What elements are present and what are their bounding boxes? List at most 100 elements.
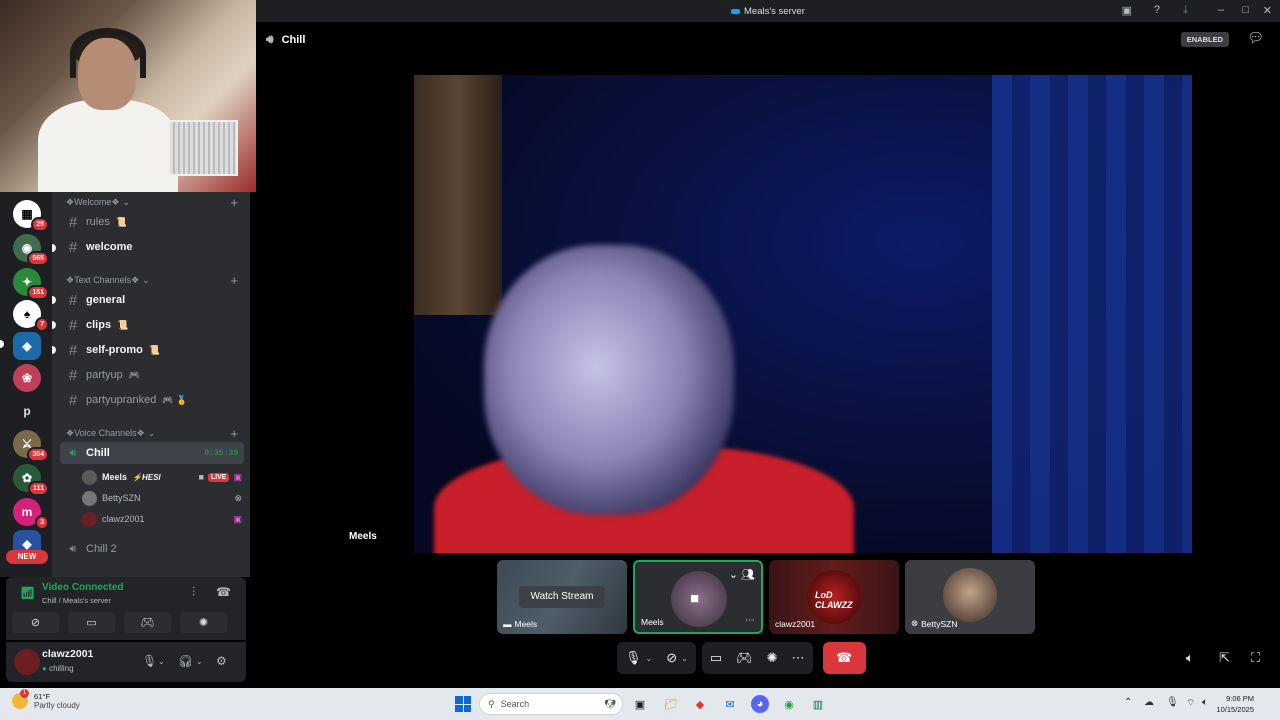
help-icon[interactable]: ? — [1154, 4, 1160, 16]
unread-indicator — [52, 321, 56, 329]
chevron-up-icon[interactable]: ⌃ — [1124, 697, 1132, 708]
gear-icon[interactable]: ⚙ — [216, 654, 227, 668]
signal-icon[interactable]: 📶︎ — [20, 586, 35, 600]
voice-status[interactable]: Video Connected — [42, 582, 124, 593]
main-video[interactable] — [414, 75, 1192, 553]
voice-user-clawz2001[interactable]: clawz2001 ▣ — [82, 509, 242, 529]
channel-partyup[interactable]: # partyup 🎮 — [60, 364, 244, 386]
screen-share-icon[interactable]: ▭ — [710, 650, 722, 666]
search-box[interactable]: ⚲ Search 🐶︎ — [479, 693, 623, 715]
voice-location[interactable]: Chill / Meals's server — [42, 596, 111, 605]
soundboard-icon[interactable]: ✺ — [767, 650, 778, 666]
headphones-icon[interactable]: 🎧︎ — [178, 654, 193, 668]
popout-icon[interactable]: ⇱ — [1219, 650, 1230, 666]
volume-icon[interactable]: 🔈︎ — [1186, 650, 1194, 666]
app-icon[interactable]: ◆ — [691, 695, 709, 713]
minimize-icon[interactable]: – — [1218, 4, 1224, 16]
server-icon[interactable]: m3 — [13, 498, 49, 530]
chevron-down-icon[interactable]: ⌄ — [681, 654, 688, 663]
people-icon[interactable]: ⌄ 👥︎ — [729, 568, 755, 581]
start-button[interactable] — [455, 696, 471, 712]
more-icon[interactable]: ⋯ — [745, 615, 755, 626]
volume-icon[interactable]: 🔈︎ — [1202, 697, 1208, 708]
category-voice-channels[interactable]: ❖Voice Channels❖ ⌄ + — [66, 426, 242, 441]
voice-channel-chill-2[interactable]: 🔊︎ Chill 2 — [60, 538, 244, 560]
participant-tile-bettyszn[interactable]: ⊗ BettySZN — [905, 560, 1035, 634]
chevron-down-icon[interactable]: ⌄ — [158, 657, 165, 666]
channel-title: Chill — [281, 33, 306, 46]
category-text-channels[interactable]: ❖Text Channels❖ ⌄ + — [66, 273, 242, 288]
activity-button[interactable]: 🎮︎ — [124, 612, 171, 633]
activity-icon[interactable]: 🎮︎ — [736, 650, 753, 666]
server-icon[interactable]: ◉ 565 — [13, 234, 49, 266]
participant-tile-stream[interactable]: Watch Stream ▬ Meels — [497, 560, 627, 634]
chevron-down-icon[interactable]: ⌄ — [196, 657, 203, 666]
download-icon[interactable]: ⤓ — [1183, 4, 1188, 17]
mention-badge: 25 — [31, 217, 49, 232]
soundboard-button[interactable]: ✺ — [180, 612, 227, 633]
clock[interactable]: 9:06 PM 10/15/2025 — [1216, 693, 1254, 715]
channel-general[interactable]: # general — [60, 289, 244, 311]
inbox-icon[interactable]: ▣ — [1122, 4, 1132, 17]
server-icon[interactable]: ◈ — [13, 332, 41, 360]
channel-clips[interactable]: # clips 📜 — [60, 314, 244, 336]
cloud-icon[interactable]: ☁ — [1144, 697, 1154, 708]
add-channel-icon[interactable]: + — [230, 195, 238, 210]
weather-widget[interactable]: 1 61°F Partly cloudy — [12, 689, 80, 710]
chat-icon[interactable]: 💬︎ — [1247, 30, 1264, 46]
xbox-icon: ⊗ — [234, 492, 242, 503]
add-channel-icon[interactable]: + — [230, 426, 238, 441]
speaker-icon: 🔊︎ — [69, 542, 77, 555]
chevron-down-icon[interactable]: ⌄ — [646, 654, 653, 663]
server-icon[interactable]: ▦ 25 — [13, 200, 49, 232]
weather-icon: 1 — [12, 689, 29, 709]
server-icon[interactable]: p — [13, 397, 41, 425]
fullscreen-icon[interactable]: ⛶ — [1251, 650, 1260, 666]
username[interactable]: clawz2001 — [42, 648, 93, 660]
microphone-icon[interactable]: 🎙︎ — [1166, 697, 1179, 708]
server-icon[interactable]: ♠ 7 — [13, 300, 49, 332]
main-video-name: Meels — [349, 531, 377, 542]
disconnect-button[interactable]: ☎ — [822, 642, 866, 674]
task-view-icon[interactable]: ▣ — [631, 695, 649, 713]
wifi-icon[interactable]: ⌔ — [1186, 697, 1195, 710]
camera-off-button[interactable]: ⊘ — [12, 612, 59, 633]
close-icon[interactable]: ✕ — [1263, 4, 1272, 17]
screen-share-button[interactable]: ▭ — [68, 612, 115, 633]
channel-self-promo[interactable]: # self-promo 📜 — [60, 339, 244, 361]
category-welcome[interactable]: ❖Welcome❖ ⌄ + — [66, 195, 242, 210]
speaker-icon: 🔊︎ — [69, 446, 77, 459]
microphone-icon[interactable]: 🎙︎ — [142, 654, 157, 668]
outlook-icon[interactable]: ✉ — [721, 695, 739, 713]
disconnect-icon[interactable]: ☎ — [216, 585, 231, 599]
server-icon[interactable]: ✿ 111 — [13, 464, 49, 496]
noise-suppression-icon[interactable]: ⫶ — [192, 585, 195, 600]
watch-stream-button[interactable]: Watch Stream — [519, 586, 605, 608]
unread-indicator — [52, 296, 56, 304]
voice-user-meels[interactable]: Meels ⚡HESI ■ LIVE ▣ — [82, 467, 242, 487]
maximize-icon[interactable]: □ — [1242, 4, 1249, 16]
channel-welcome[interactable]: # welcome — [60, 236, 244, 258]
server-icon[interactable]: ❀ — [13, 364, 41, 392]
add-channel-icon[interactable]: + — [230, 273, 238, 288]
more-icon[interactable]: ⋯ — [792, 650, 805, 666]
avatar[interactable] — [14, 649, 40, 675]
voice-user-bettyszn[interactable]: BettySZN ⊗ — [82, 488, 242, 508]
participant-tile-clawz2001[interactable]: LoD CLAWZZ clawz2001 — [769, 560, 899, 634]
chrome-icon[interactable]: ◉ — [780, 695, 798, 713]
participant-tile-meels[interactable]: ■ ⌄ 👥︎ Meels ⋯ — [633, 560, 763, 634]
mention-badge: 565 — [27, 251, 49, 266]
discord-icon[interactable]: ◕ — [751, 695, 769, 713]
app-icon[interactable]: ▥ — [809, 695, 827, 713]
microphone-icon[interactable]: 🎙︎ — [625, 650, 642, 666]
server-icon[interactable]: ✦ 151 — [13, 268, 49, 300]
taskbar: 1 61°F Partly cloudy ⚲ Search 🐶︎ ▣ 📁︎ ◆ … — [0, 688, 1280, 720]
new-servers-pill[interactable]: NEW — [6, 550, 48, 564]
camera-off-icon[interactable]: ⊘ — [666, 650, 677, 666]
channel-rules[interactable]: # rules 📜 — [60, 211, 244, 233]
channel-partyupranked[interactable]: # partyupranked 🎮 🏅 — [60, 389, 244, 411]
server-icon[interactable]: ⚔ 304 — [13, 430, 49, 462]
voice-channel-chill[interactable]: 🔊︎ Chill 8:35:39 — [60, 442, 244, 464]
enabled-badge[interactable]: ENABLED — [1180, 32, 1229, 47]
file-explorer-icon[interactable]: 📁︎ — [662, 695, 680, 713]
